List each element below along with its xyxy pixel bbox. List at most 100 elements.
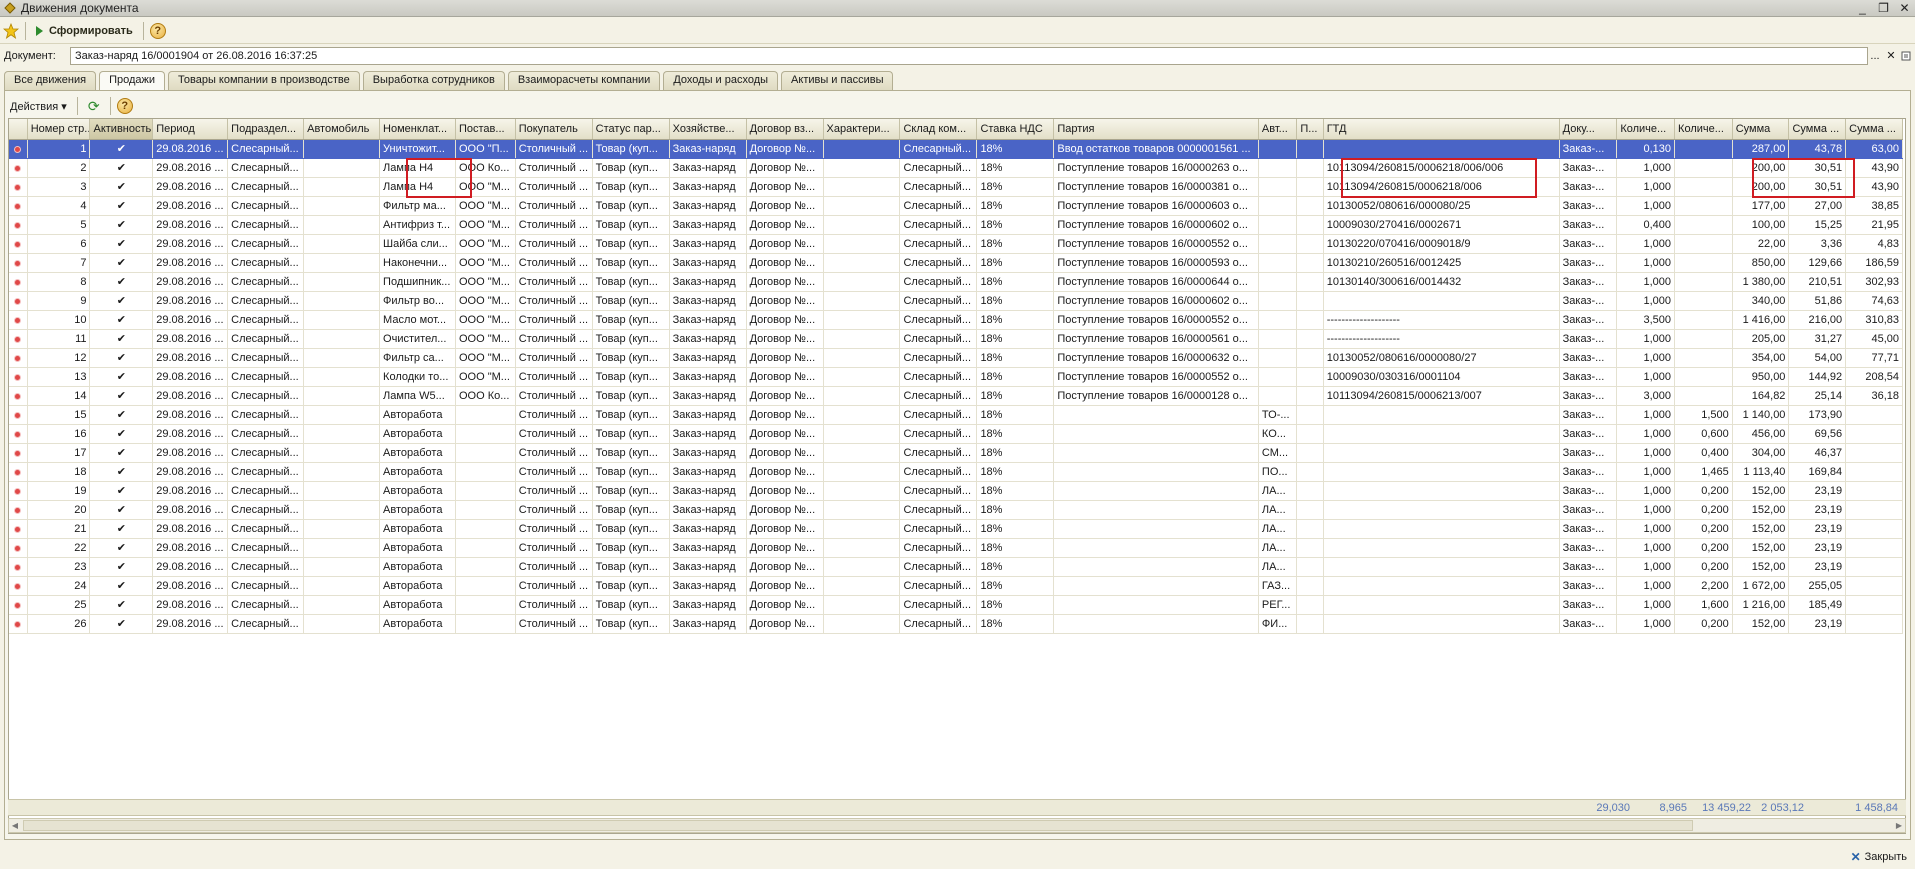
table-row[interactable]: 20 ✔ 29.08.2016 ... Слесарный... Авторабота С… bbox=[9, 500, 1903, 520]
tab-income-expenses[interactable]: Доходы и расходы bbox=[663, 71, 779, 90]
table-row[interactable]: 23 ✔ 29.08.2016 ... Слесарный... Авторабота С… bbox=[9, 557, 1903, 577]
horizontal-scrollbar[interactable]: ◀ ▶ bbox=[8, 818, 1906, 833]
table-row[interactable]: 25 ✔ 29.08.2016 ... Слесарный... Авторабота С… bbox=[9, 595, 1903, 615]
table-row[interactable]: 8 ✔ 29.08.2016 ... Слесарный... Подшипник...… bbox=[9, 272, 1903, 292]
column-header[interactable]: Сумма bbox=[1732, 119, 1790, 140]
tab-sales[interactable]: Продажи bbox=[99, 71, 166, 91]
table-row[interactable]: 16 ✔ 29.08.2016 ... Слесарный... Авторабота С… bbox=[9, 424, 1903, 444]
column-header[interactable]: Склад ком... bbox=[899, 119, 978, 140]
movement-dot-icon bbox=[15, 241, 21, 247]
column-header[interactable]: Подраздел... bbox=[227, 119, 305, 140]
table-cell: 1,000 bbox=[1616, 424, 1676, 444]
activity-check-icon: ✔ bbox=[89, 557, 154, 577]
table-cell bbox=[1258, 310, 1298, 330]
column-header[interactable] bbox=[9, 119, 28, 140]
table-cell: 1,500 bbox=[1674, 405, 1733, 425]
column-header[interactable]: Договор вз... bbox=[746, 119, 824, 140]
clear-document-button[interactable]: ✕ bbox=[1884, 47, 1898, 64]
open-document-button[interactable] bbox=[1899, 47, 1913, 64]
column-header[interactable]: Доку... bbox=[1559, 119, 1618, 140]
tab-employee-output[interactable]: Выработка сотрудников bbox=[362, 71, 505, 90]
table-row[interactable]: 6 ✔ 29.08.2016 ... Слесарный... Шайба сли...… bbox=[9, 234, 1903, 254]
row-marker bbox=[9, 310, 28, 330]
column-header[interactable]: Активность bbox=[89, 119, 154, 140]
table-cell: 18% bbox=[976, 253, 1055, 273]
table-row[interactable]: 14 ✔ 29.08.2016 ... Слесарный... Лампа W5...… bbox=[9, 386, 1903, 406]
table-cell: Слесарный... bbox=[899, 519, 978, 539]
table-row[interactable]: 26 ✔ 29.08.2016 ... Слесарный... Авторабота С… bbox=[9, 614, 1903, 634]
table-row[interactable]: 18 ✔ 29.08.2016 ... Слесарный... Авторабота С… bbox=[9, 462, 1903, 482]
column-header[interactable]: П... bbox=[1296, 119, 1324, 140]
table-cell bbox=[455, 462, 516, 482]
tab-settlements[interactable]: Взаиморасчеты компании bbox=[507, 71, 661, 90]
table-cell: Договор №... bbox=[746, 576, 824, 596]
scroll-left-icon[interactable]: ◀ bbox=[9, 819, 21, 832]
table-cell: Слесарный... bbox=[227, 348, 305, 368]
table-row[interactable]: 12 ✔ 29.08.2016 ... Слесарный... Фильтр са..… bbox=[9, 348, 1903, 368]
column-header[interactable]: Автомобиль bbox=[303, 119, 381, 140]
actions-menu[interactable]: Действия ▾ bbox=[6, 100, 71, 113]
table-cell: 4 bbox=[27, 196, 91, 216]
close-button[interactable]: ✕ Закрыть bbox=[1851, 848, 1907, 866]
select-document-button[interactable]: ... bbox=[1868, 47, 1882, 64]
table-row[interactable]: 4 ✔ 29.08.2016 ... Слесарный... Фильтр ма...… bbox=[9, 196, 1903, 216]
table-row[interactable]: 21 ✔ 29.08.2016 ... Слесарный... Авторабота С… bbox=[9, 519, 1903, 539]
help-icon[interactable]: ? bbox=[149, 22, 166, 39]
table-row[interactable]: 11 ✔ 29.08.2016 ... Слесарный... Очистител..… bbox=[9, 329, 1903, 349]
restore-button[interactable]: ❐ bbox=[1873, 0, 1894, 16]
column-header[interactable]: ГТД bbox=[1323, 119, 1560, 140]
scrollbar-thumb[interactable] bbox=[23, 820, 1693, 831]
table-row[interactable]: 7 ✔ 29.08.2016 ... Слесарный... Наконечни...… bbox=[9, 253, 1903, 273]
movement-dot-icon bbox=[15, 431, 21, 437]
table-cell: 18% bbox=[976, 519, 1055, 539]
document-field[interactable]: Заказ-наряд 16/0001904 от 26.08.2016 16:… bbox=[70, 47, 1868, 65]
table-row[interactable]: 17 ✔ 29.08.2016 ... Слесарный... Авторабота С… bbox=[9, 443, 1903, 463]
column-header[interactable]: Номенклат... bbox=[379, 119, 456, 140]
close-window-button[interactable]: ✕ bbox=[1894, 0, 1915, 16]
table-row[interactable]: 19 ✔ 29.08.2016 ... Слесарный... Авторабота С… bbox=[9, 481, 1903, 501]
column-header[interactable]: Характери... bbox=[823, 119, 901, 140]
table-cell: 1,000 bbox=[1616, 538, 1676, 558]
scroll-right-icon[interactable]: ▶ bbox=[1893, 819, 1905, 832]
help-icon[interactable]: ? bbox=[116, 98, 133, 114]
table-cell bbox=[823, 291, 901, 311]
column-header[interactable]: Постав... bbox=[455, 119, 516, 140]
table-row[interactable]: 22 ✔ 29.08.2016 ... Слесарный... Авторабота С… bbox=[9, 538, 1903, 558]
favorite-star-icon[interactable] bbox=[2, 22, 20, 39]
column-header[interactable]: Хозяйстве... bbox=[669, 119, 747, 140]
table-row[interactable]: 24 ✔ 29.08.2016 ... Слесарный... Авторабота С… bbox=[9, 576, 1903, 596]
column-header[interactable]: Статус пар... bbox=[592, 119, 670, 140]
table-cell bbox=[1674, 291, 1733, 311]
column-header[interactable]: Ставка НДС bbox=[976, 119, 1055, 140]
column-header[interactable]: Авт... bbox=[1258, 119, 1298, 140]
table-cell: 23,19 bbox=[1788, 538, 1847, 558]
table-cell: 6 bbox=[27, 234, 91, 254]
column-header[interactable]: Количе... bbox=[1674, 119, 1733, 140]
minimize-button[interactable]: _ bbox=[1852, 0, 1873, 16]
table-row[interactable]: 2 ✔ 29.08.2016 ... Слесарный... Лампа Н4 ООО … bbox=[9, 158, 1903, 178]
table-cell: Столичный ... bbox=[515, 348, 593, 368]
movements-grid[interactable]: Номер стр... Активность Период Подраздел...… bbox=[8, 118, 1906, 834]
table-row[interactable]: 1 ✔ 29.08.2016 ... Слесарный... Уничтожит...… bbox=[9, 139, 1903, 159]
column-header[interactable]: Сумма ... bbox=[1845, 119, 1903, 140]
column-header[interactable]: Партия bbox=[1053, 119, 1259, 140]
table-row[interactable]: 9 ✔ 29.08.2016 ... Слесарный... Фильтр во...… bbox=[9, 291, 1903, 311]
column-header[interactable]: Покупатель bbox=[515, 119, 593, 140]
table-cell: 173,90 bbox=[1788, 405, 1847, 425]
tab-goods-in-production[interactable]: Товары компании в производстве bbox=[168, 71, 360, 90]
column-header[interactable]: Количе... bbox=[1616, 119, 1676, 140]
table-cell: 20 bbox=[27, 500, 91, 520]
table-cell bbox=[823, 367, 901, 387]
generate-button[interactable]: Сформировать bbox=[32, 23, 137, 39]
table-row[interactable]: 10 ✔ 29.08.2016 ... Слесарный... Масло мот..… bbox=[9, 310, 1903, 330]
column-header[interactable]: Период bbox=[152, 119, 229, 140]
tab-all-movements[interactable]: Все движения bbox=[4, 71, 97, 90]
column-header[interactable]: Номер стр... bbox=[27, 119, 91, 140]
table-row[interactable]: 13 ✔ 29.08.2016 ... Слесарный... Колодки то.… bbox=[9, 367, 1903, 387]
table-row[interactable]: 5 ✔ 29.08.2016 ... Слесарный... Антифриз т..… bbox=[9, 215, 1903, 235]
table-row[interactable]: 3 ✔ 29.08.2016 ... Слесарный... Лампа Н4 ООО … bbox=[9, 177, 1903, 197]
tab-assets-liabilities[interactable]: Активы и пассивы bbox=[781, 71, 894, 90]
refresh-icon[interactable]: ⟳ bbox=[86, 98, 102, 114]
table-row[interactable]: 15 ✔ 29.08.2016 ... Слесарный... Авторабота С… bbox=[9, 405, 1903, 425]
column-header[interactable]: Сумма ... bbox=[1788, 119, 1847, 140]
